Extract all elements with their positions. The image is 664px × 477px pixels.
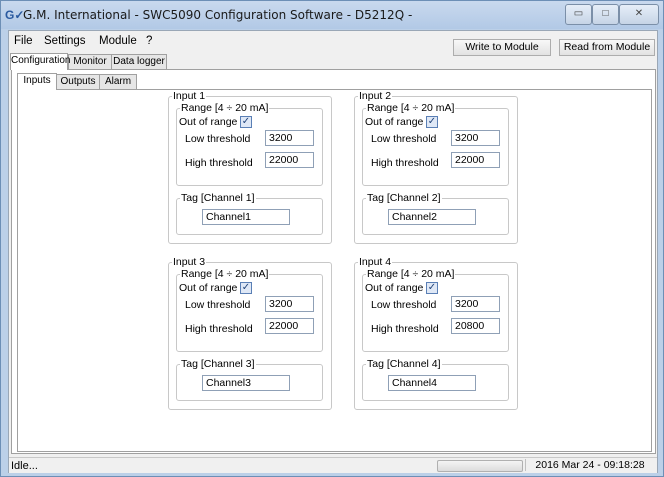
menu-bar: File Settings Module ? Write to Module R… <box>9 31 657 56</box>
range-label: Range [4 ÷ 20 mA] <box>366 102 456 114</box>
tag-input[interactable]: Channel3 <box>202 375 290 391</box>
high-threshold-label: High threshold <box>185 323 253 335</box>
progress-bar <box>437 460 523 472</box>
inputs-panel: Input 1 Range [4 ÷ 20 mA] Out of range ✓… <box>17 89 652 452</box>
high-threshold-label: High threshold <box>371 323 439 335</box>
client-area: File Settings Module ? Write to Module R… <box>8 30 658 473</box>
low-threshold-input[interactable]: 3200 <box>265 130 314 146</box>
app-window: G✓ G.M. International - SWC5090 Configur… <box>0 0 664 477</box>
range-label: Range [4 ÷ 20 mA] <box>180 268 270 280</box>
low-threshold-label: Low threshold <box>185 133 251 145</box>
input-2-title: Input 2 <box>358 90 393 102</box>
subtab-alarm[interactable]: Alarm <box>99 74 137 90</box>
input-3-range-group: Range [4 ÷ 20 mA] Out of range ✓ Low thr… <box>176 268 323 352</box>
status-datetime: 2016 Mar 24 - 09:18:28 <box>525 459 654 471</box>
range-label: Range [4 ÷ 20 mA] <box>180 102 270 114</box>
input-4-range-group: Range [4 ÷ 20 mA] Out of range ✓ Low thr… <box>362 268 509 352</box>
input-1-tag-group: Tag [Channel 1] Channel1 <box>176 192 323 235</box>
out-of-range-checkbox[interactable]: ✓ <box>240 116 252 128</box>
input-2-group: Input 2 Range [4 ÷ 20 mA] Out of range ✓… <box>354 90 518 244</box>
menu-module[interactable]: Module <box>99 35 137 47</box>
out-of-range-checkbox[interactable]: ✓ <box>240 282 252 294</box>
menu-settings[interactable]: Settings <box>44 35 86 47</box>
tab-monitor[interactable]: Monitor <box>68 54 112 70</box>
input-1-group: Input 1 Range [4 ÷ 20 mA] Out of range ✓… <box>168 90 332 244</box>
high-threshold-input[interactable]: 22000 <box>265 152 314 168</box>
out-of-range-checkbox[interactable]: ✓ <box>426 282 438 294</box>
out-of-range-label: Out of range <box>179 116 238 128</box>
app-logo-icon: G✓ <box>5 8 25 22</box>
status-text: Idle... <box>11 460 38 472</box>
low-threshold-label: Low threshold <box>185 299 251 311</box>
tag-input[interactable]: Channel4 <box>388 375 476 391</box>
out-of-range-label: Out of range <box>179 282 238 294</box>
out-of-range-label: Out of range <box>365 282 424 294</box>
low-threshold-label: Low threshold <box>371 299 437 311</box>
high-threshold-label: High threshold <box>371 157 439 169</box>
input-1-range-group: Range [4 ÷ 20 mA] Out of range ✓ Low thr… <box>176 102 323 186</box>
tag-label: Tag [Channel 2] <box>366 192 442 204</box>
low-threshold-input[interactable]: 3200 <box>451 296 500 312</box>
tag-input[interactable]: Channel1 <box>202 209 290 225</box>
maximize-button[interactable]: □ <box>592 4 619 25</box>
out-of-range-checkbox[interactable]: ✓ <box>426 116 438 128</box>
low-threshold-input[interactable]: 3200 <box>451 130 500 146</box>
low-threshold-label: Low threshold <box>371 133 437 145</box>
low-threshold-input[interactable]: 3200 <box>265 296 314 312</box>
tag-label: Tag [Channel 3] <box>180 358 256 370</box>
menu-file[interactable]: File <box>14 35 33 47</box>
input-1-title: Input 1 <box>172 90 207 102</box>
status-bar: Idle... 2016 Mar 24 - 09:18:28 <box>9 457 657 473</box>
subtab-outputs[interactable]: Outputs <box>56 74 100 90</box>
minimize-button[interactable]: ▭ <box>565 4 592 25</box>
input-2-range-group: Range [4 ÷ 20 mA] Out of range ✓ Low thr… <box>362 102 509 186</box>
write-to-module-button[interactable]: Write to Module <box>453 39 551 56</box>
input-3-title: Input 3 <box>172 256 207 268</box>
input-4-tag-group: Tag [Channel 4] Channel4 <box>362 358 509 401</box>
out-of-range-label: Out of range <box>365 116 424 128</box>
close-button[interactable]: ✕ <box>619 4 659 25</box>
title-bar[interactable]: G✓ G.M. International - SWC5090 Configur… <box>1 1 663 29</box>
input-2-tag-group: Tag [Channel 2] Channel2 <box>362 192 509 235</box>
high-threshold-input[interactable]: 20800 <box>451 318 500 334</box>
tag-label: Tag [Channel 4] <box>366 358 442 370</box>
input-4-group: Input 4 Range [4 ÷ 20 mA] Out of range ✓… <box>354 256 518 410</box>
read-from-module-button[interactable]: Read from Module <box>559 39 655 56</box>
window-title: G.M. International - SWC5090 Configurati… <box>23 8 413 22</box>
high-threshold-label: High threshold <box>185 157 253 169</box>
menu-help[interactable]: ? <box>146 35 152 47</box>
configuration-page: Inputs Outputs Alarm Input 1 Range [4 ÷ … <box>11 69 656 454</box>
tag-label: Tag [Channel 1] <box>180 192 256 204</box>
tab-data-logger[interactable]: Data logger <box>111 54 167 70</box>
input-3-tag-group: Tag [Channel 3] Channel3 <box>176 358 323 401</box>
high-threshold-input[interactable]: 22000 <box>265 318 314 334</box>
range-label: Range [4 ÷ 20 mA] <box>366 268 456 280</box>
input-4-title: Input 4 <box>358 256 393 268</box>
input-3-group: Input 3 Range [4 ÷ 20 mA] Out of range ✓… <box>168 256 332 410</box>
tag-input[interactable]: Channel2 <box>388 209 476 225</box>
tab-configuration[interactable]: Configuration <box>10 53 70 70</box>
subtab-inputs[interactable]: Inputs <box>17 73 57 90</box>
high-threshold-input[interactable]: 22000 <box>451 152 500 168</box>
